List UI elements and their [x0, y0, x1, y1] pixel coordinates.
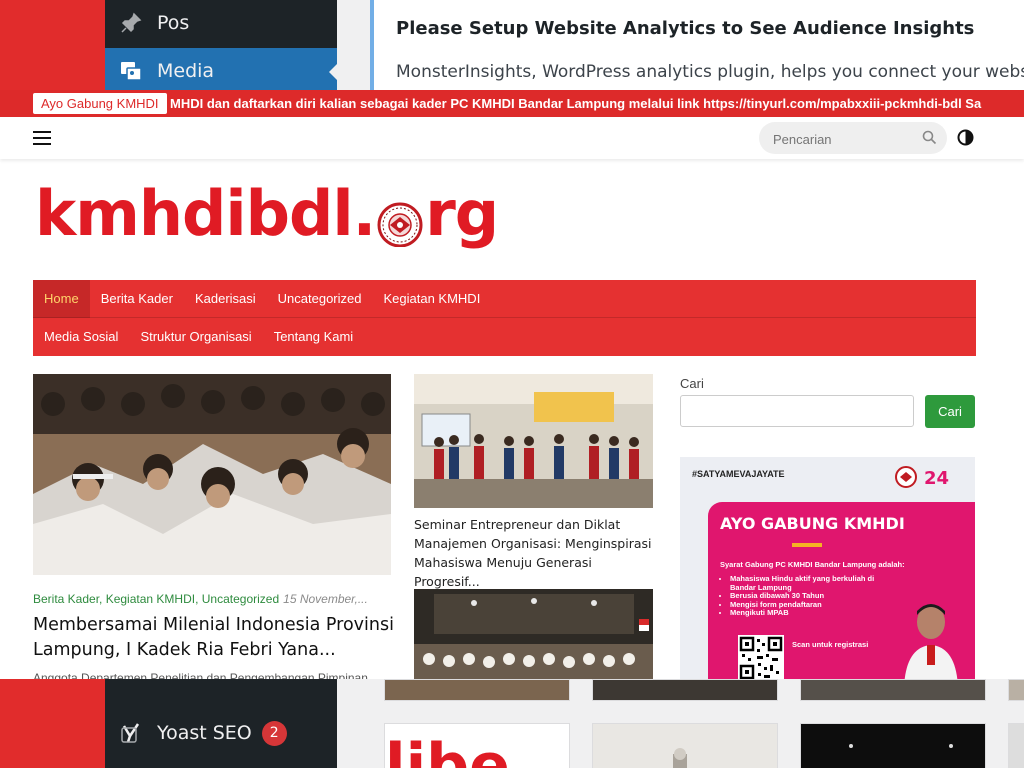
wp-menu-item-pos[interactable]: Pos [105, 0, 337, 46]
sidebar-search-button[interactable]: Cari [925, 395, 975, 428]
main-navigation: Home Berita Kader Kaderisasi Uncategorized K… [33, 280, 976, 356]
analytics-notice: Please Setup Website Analytics to See Au… [370, 0, 1024, 90]
wp-menu-item-media[interactable]: Media [105, 48, 338, 90]
sidebar-search-input[interactable] [680, 395, 914, 427]
media-thumbnail[interactable] [800, 679, 986, 701]
media-thumbnail[interactable]: libe [384, 723, 570, 768]
wp-admin-sidebar: Yoast SEO 2 [105, 679, 337, 768]
media-thumbnail[interactable] [1008, 723, 1024, 768]
media-thumbnail[interactable] [592, 679, 778, 701]
hamburger-menu-icon[interactable] [33, 131, 51, 145]
wp-menu-label: Pos [157, 12, 190, 34]
anniversary-24-icon: 24 [924, 468, 949, 489]
svg-text:24: 24 [924, 468, 949, 489]
qr-code-icon [738, 635, 784, 679]
logo-text-left: kmhdibdl. [35, 176, 376, 250]
ticker-text[interactable]: MHDI dan daftarkan diri kalian sebagai k… [170, 90, 981, 117]
logo-text-right: rg [425, 176, 499, 250]
site-header [0, 117, 1024, 159]
dark-mode-toggle-icon[interactable] [957, 129, 974, 146]
nav-item-tentang-kami[interactable]: Tentang Kami [263, 318, 365, 356]
wp-menu-label: Media [157, 60, 215, 82]
media-thumbnail[interactable] [800, 723, 986, 768]
wp-admin-sidebar: Pos Media [105, 0, 338, 90]
requirement-item: Mahasiswa Hindu aktif yang berkuliah di … [730, 574, 890, 592]
svg-text:libe: libe [385, 731, 510, 768]
category-links[interactable]: Berita Kader, Kegiatan KMHDI, Uncategori… [33, 592, 279, 606]
poster-subheading: Syarat Gabung PC KMHDI Bandar Lampung ad… [720, 560, 905, 569]
header-search-input[interactable] [771, 128, 915, 150]
wp-admin-top-overlay: Pos Media Please Setup Website Analytics… [0, 0, 1024, 90]
sidebar-search-label: Cari [680, 376, 704, 391]
pin-icon [105, 12, 157, 34]
kmhdi-emblem-icon [376, 189, 424, 248]
poster-heading: AYO GABUNG KMHDI [720, 514, 905, 533]
nav-item-struktur-organisasi[interactable]: Struktur Organisasi [129, 318, 262, 356]
nav-item-uncategorized[interactable]: Uncategorized [267, 280, 373, 318]
yoast-icon [105, 722, 157, 744]
search-icon[interactable] [922, 130, 937, 150]
kmhdi-emblem-icon [895, 466, 917, 488]
recruitment-poster[interactable]: #SATYAMEVAJAYATE 24 AYO GABUNG KMHDI Sya… [680, 457, 975, 679]
news-ticker: Ayo Gabung KMHDI MHDI dan daftarkan diri… [0, 90, 1024, 117]
header-search [759, 122, 947, 154]
media-thumbnail[interactable] [1008, 679, 1024, 701]
nav-item-kaderisasi[interactable]: Kaderisasi [184, 280, 267, 318]
poster-requirements: Mahasiswa Hindu aktif yang berkuliah di … [720, 574, 890, 618]
notice-body: MonsterInsights, WordPress analytics plu… [396, 62, 1024, 82]
media-thumbnail[interactable] [592, 723, 778, 768]
ticker-badge[interactable]: Ayo Gabung KMHDI [33, 93, 167, 114]
site-logo[interactable]: kmhdibdl. rg [35, 172, 499, 254]
nav-item-kegiatan-kmhdi[interactable]: Kegiatan KMHDI [372, 280, 491, 318]
second-post-title[interactable]: Seminar Entrepreneur dan Diklat Manajeme… [414, 515, 659, 591]
nav-item-home[interactable]: Home [33, 280, 90, 318]
nav-item-berita-kader[interactable]: Berita Kader [90, 280, 184, 318]
requirement-item: Mengikuti MPAB [730, 608, 890, 618]
poster-person-image [904, 604, 958, 679]
post-date: 15 November,... [283, 592, 368, 606]
wp-menu-label: Yoast SEO [157, 722, 252, 744]
active-arrow [329, 63, 338, 81]
notification-badge: 2 [261, 720, 287, 746]
featured-post-image[interactable] [33, 374, 391, 575]
media-thumbnail[interactable] [384, 679, 570, 701]
poster-hashtag: #SATYAMEVAJAYATE [692, 469, 785, 479]
poster-accent-bar [792, 543, 822, 547]
poster-scan-text: Scan untuk registrasi [792, 640, 869, 649]
media-icon [105, 60, 157, 82]
red-backdrop [0, 0, 105, 90]
red-backdrop [0, 679, 105, 768]
post-categories: Berita Kader, Kegiatan KMHDI, Uncategori… [33, 592, 368, 606]
third-post-image[interactable] [414, 589, 653, 679]
featured-post-title[interactable]: Membersamai Milenial Indonesia Provinsi … [33, 613, 398, 663]
poster-logos: 24 [894, 465, 956, 489]
second-post-image[interactable] [414, 374, 653, 508]
notice-title: Please Setup Website Analytics to See Au… [396, 18, 975, 39]
wp-menu-item-yoast-seo[interactable]: Yoast SEO 2 [105, 717, 337, 749]
nav-item-media-sosial[interactable]: Media Sosial [33, 318, 129, 356]
wp-admin-bottom-overlay: Yoast SEO 2 libe [0, 679, 1024, 768]
